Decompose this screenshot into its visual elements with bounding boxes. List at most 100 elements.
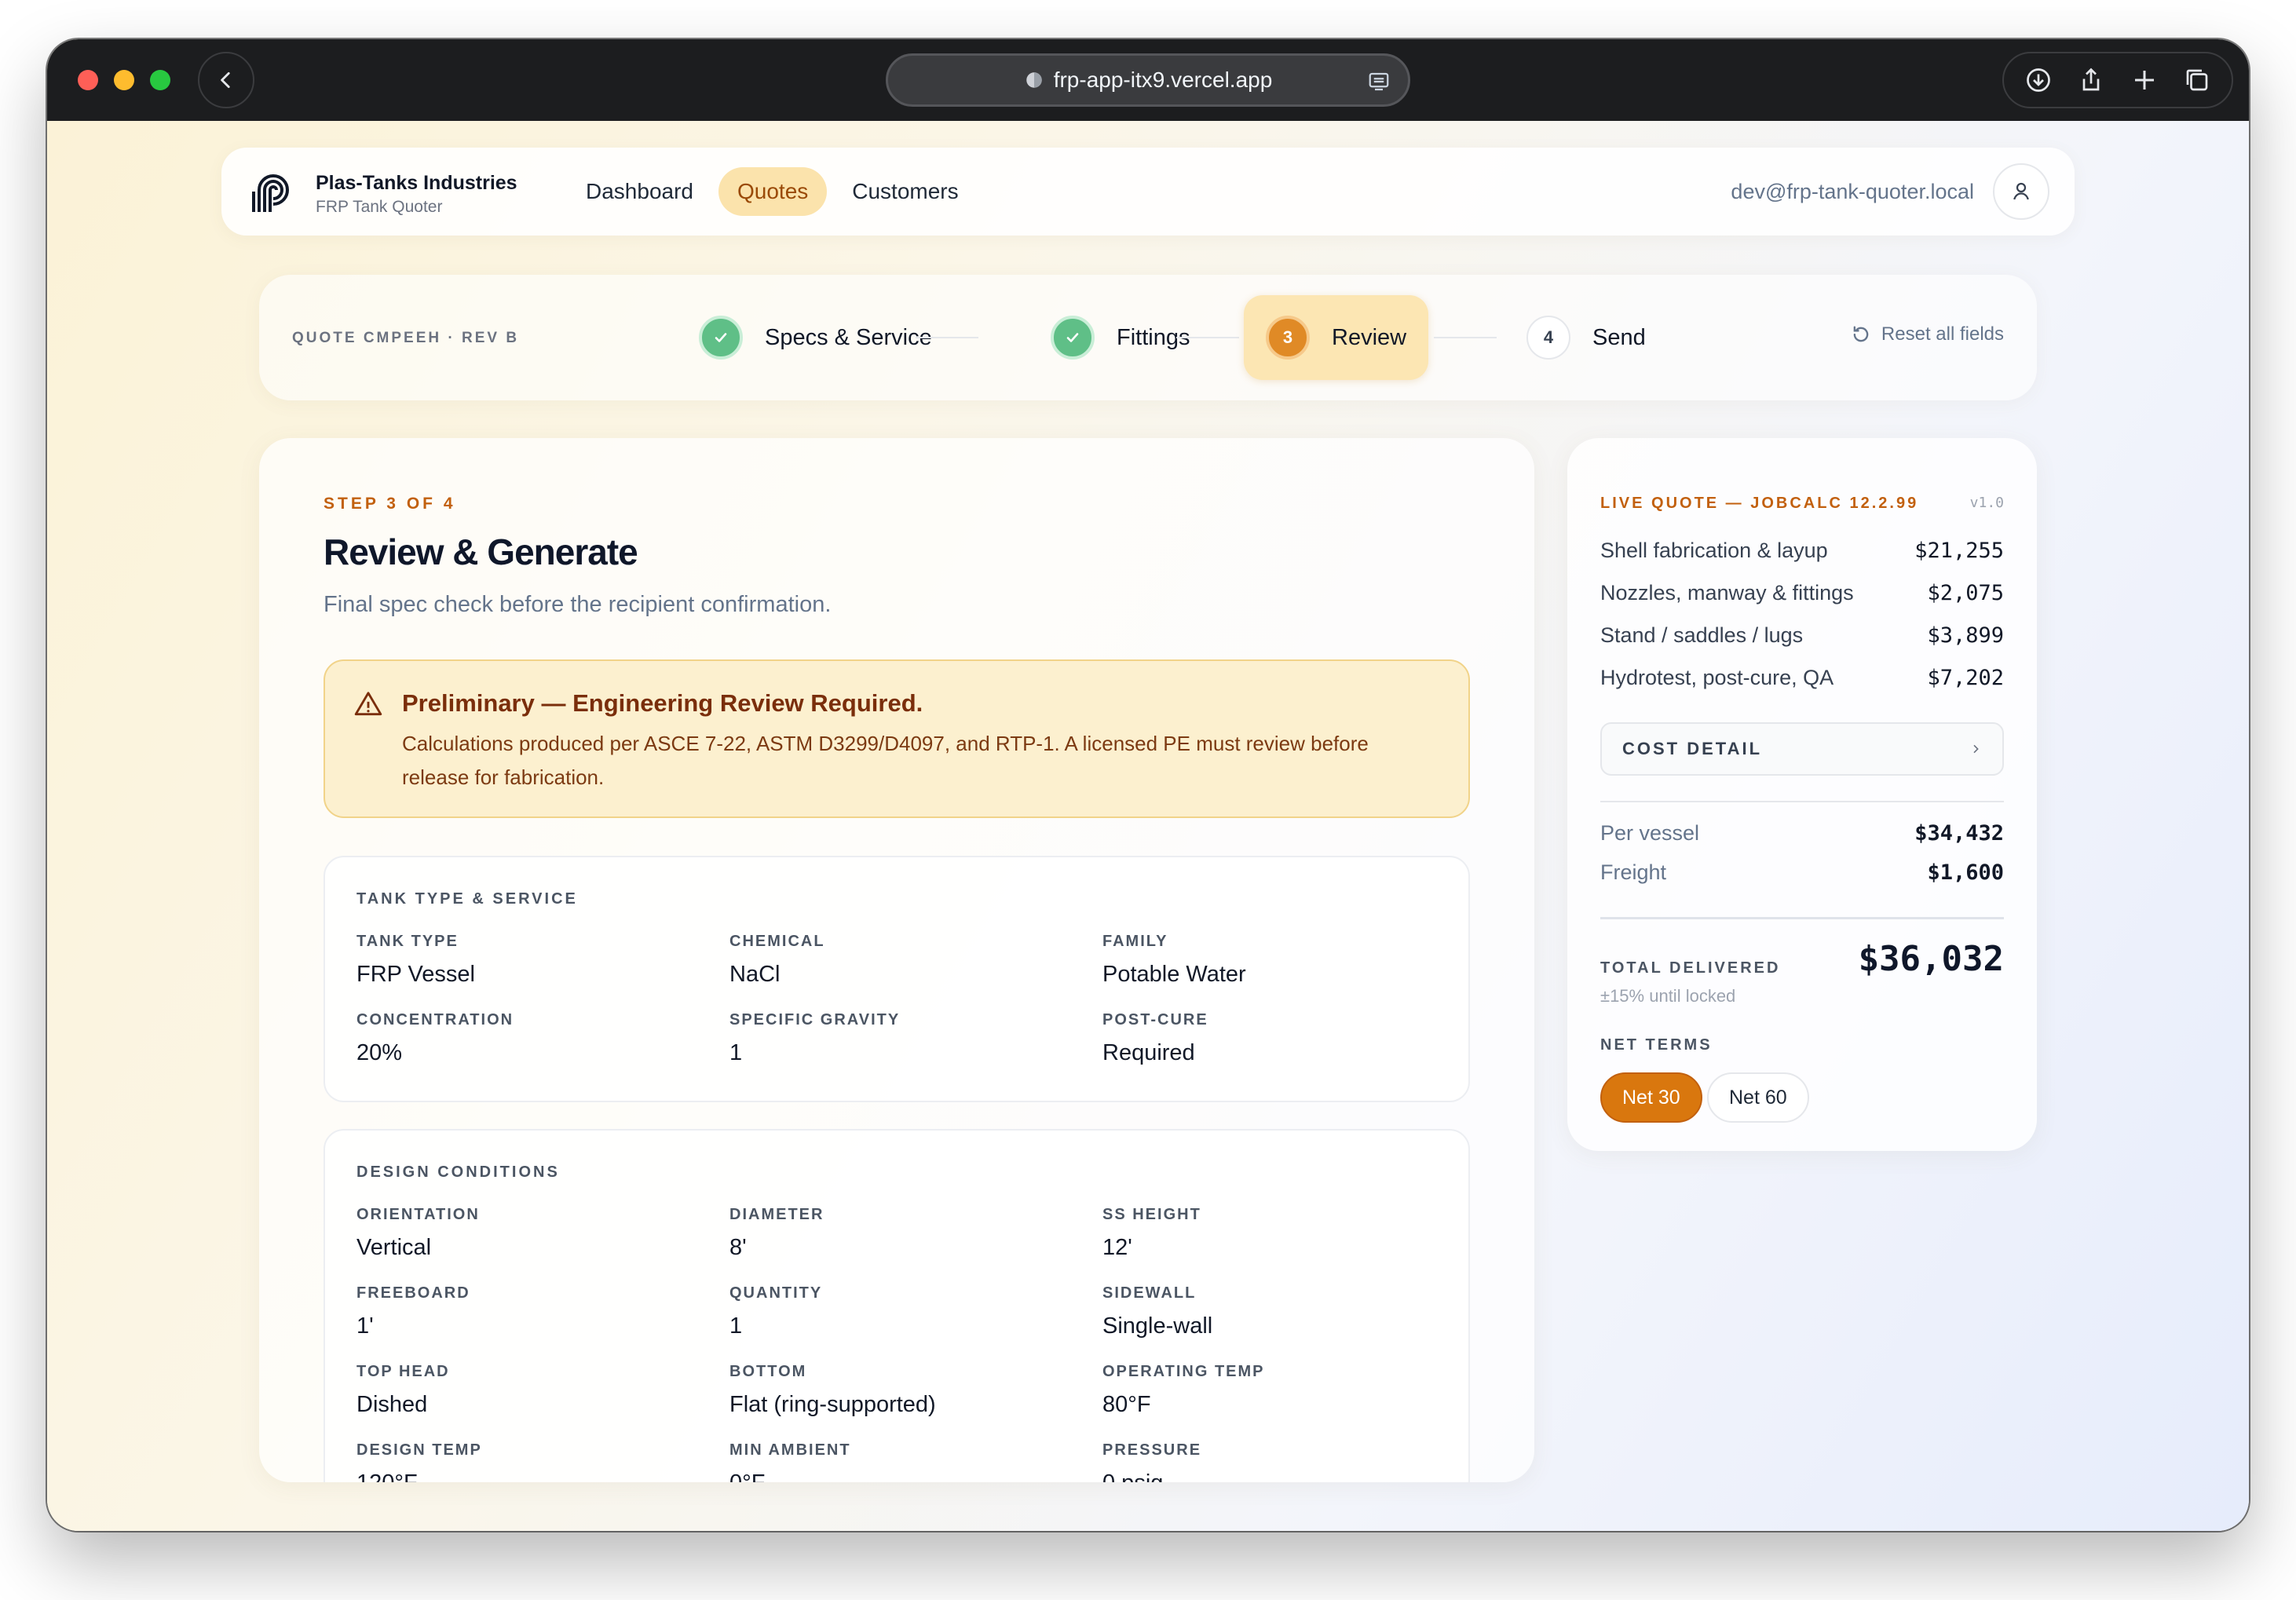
quote-line: Hydrotest, post-cure, QA $7,202 [1600,666,2004,690]
share-icon[interactable] [2077,66,2105,94]
field-family: FAMILY Potable Water [1102,933,1246,988]
live-quote-panel: LIVE QUOTE — JOBCALC 12.2.99 v1.0 Shell … [1567,438,2037,1151]
field-label: SPECIFIC GRAVITY [729,1011,901,1028]
field-quantity: QUANTITY 1 [729,1284,822,1339]
term-net-60-button[interactable]: Net 60 [1707,1072,1809,1123]
field-bottom: BOTTOM Flat (ring-supported) [729,1363,936,1418]
field-label: MIN AMBIENT [729,1441,851,1459]
brand-logo-icon [252,174,290,212]
field-label: SS HEIGHT [1102,1206,1201,1223]
field-value: NaCl [729,962,781,987]
check-icon [1051,316,1095,360]
field-value: 8' [729,1235,747,1260]
download-icon[interactable] [2024,66,2053,94]
field-label: DESIGN TEMP [356,1441,482,1459]
cost-detail-label: COST DETAIL [1622,739,1763,758]
section-heading: DESIGN CONDITIONS [356,1163,560,1181]
nav-quotes[interactable]: Quotes [718,167,828,216]
design-conditions-section: DESIGN CONDITIONS ORIENTATION Vertical DI… [324,1129,1470,1482]
live-quote-heading: LIVE QUOTE — JOBCALC 12.2.99 [1600,495,1919,512]
field-label: OPERATING TEMP [1102,1363,1265,1380]
quote-line: Stand / saddles / lugs $3,899 [1600,623,2004,648]
line-value: $3,899 [1927,623,2004,648]
brand-subtitle: FRP Tank Quoter [316,197,443,216]
field-label: DIAMETER [729,1206,824,1223]
field-sidewall: SIDEWALL Single-wall [1102,1284,1212,1339]
new-tab-icon[interactable] [2130,66,2159,94]
step-connector [1176,337,1239,338]
browser-window: frp-app-itx9.vercel.app Plas-Tanks Indus… [47,39,2249,1531]
line-value: $7,202 [1927,666,2004,690]
section-heading: TANK TYPE & SERVICE [356,890,578,908]
freight-value: $1,600 [1927,860,2004,885]
step-number: 3 [1266,316,1310,360]
page-content: Plas-Tanks Industries FRP Tank Quoter Da… [47,121,2249,1531]
term-net-30-button[interactable]: Net 30 [1600,1072,1702,1123]
field-value: 120°F [356,1470,482,1482]
browser-toolbar: frp-app-itx9.vercel.app [47,39,2249,121]
review-card: STEP 3 OF 4 Review & Generate Final spec… [259,438,1534,1482]
user-email: dev@frp-tank-quoter.local [1731,179,1974,203]
freight-label: Freight [1600,860,1667,884]
total-value: $36,032 [1858,939,2004,979]
tabs-overview-icon[interactable] [2183,66,2211,94]
line-label: Shell fabrication & layup [1600,539,1828,562]
field-value: 0°F [729,1470,851,1482]
field-label: TANK TYPE [356,933,459,950]
chevron-left-icon [221,71,230,89]
field-tank-type: TANK TYPE FRP Vessel [356,933,475,988]
back-button[interactable] [198,52,254,108]
step-review[interactable]: 3 Review [1244,295,1429,380]
zoom-window-button[interactable] [150,70,170,90]
reset-all-button[interactable]: Reset all fields [1850,323,2004,345]
close-window-button[interactable] [78,70,98,90]
reader-icon[interactable] [1367,70,1391,93]
step-connector [1434,337,1497,338]
check-icon [699,316,743,360]
field-label: SIDEWALL [1102,1284,1197,1302]
quote-line: Nozzles, manway & fittings $2,075 [1600,581,2004,605]
field-freeboard: FREEBOARD 1' [356,1284,470,1339]
cost-detail-button[interactable]: COST DETAIL [1600,722,2004,776]
brand[interactable]: Plas-Tanks Industries FRP Tank Quoter [251,171,517,217]
avatar-button[interactable] [1993,163,2049,220]
field-value: Single-wall [1102,1313,1213,1339]
line-label: Nozzles, manway & fittings [1600,581,1854,605]
field-specific-gravity: SPECIFIC GRAVITY 1 [729,1011,900,1066]
alert-title: Preliminary — Engineering Review Require… [402,689,923,717]
divider [1600,917,2004,919]
field-ss-height: SS HEIGHT 12' [1102,1206,1201,1261]
field-top-head: TOP HEAD Dished [356,1363,450,1418]
field-label: CONCENTRATION [356,1011,514,1028]
step-specs-service[interactable]: Specs & Service [699,309,932,366]
field-value: FRP Vessel [356,962,475,987]
site-icon [1026,72,1042,88]
field-label: FAMILY [1102,933,1168,950]
step-send[interactable]: 4 Send [1526,309,1646,366]
per-vessel-value: $34,432 [1914,821,2004,846]
field-value: 12' [1102,1235,1132,1260]
nav-customers[interactable]: Customers [833,167,977,216]
line-label: Hydrotest, post-cure, QA [1600,666,1834,689]
step-label: Specs & Service [765,324,932,350]
user-menu: dev@frp-tank-quoter.local [1731,163,2049,220]
field-diameter: DIAMETER 8' [729,1206,824,1261]
nav-dashboard[interactable]: Dashboard [567,167,712,216]
address-bar[interactable]: frp-app-itx9.vercel.app [886,53,1410,107]
freight-row: Freight $1,600 [1600,860,2004,885]
step-fittings[interactable]: Fittings [1051,309,1190,366]
step-label: Send [1592,324,1646,350]
field-label: TOP HEAD [356,1363,450,1380]
chevron-right-icon [1973,744,1979,754]
quote-stepper: QUOTE CMPEEH · REV B Specs & Service Fit… [259,275,2037,400]
quote-id: QUOTE CMPEEH · REV B [292,330,520,346]
field-concentration: CONCENTRATION 20% [356,1011,514,1066]
field-value: Vertical [356,1235,432,1260]
field-pressure: PRESSURE 0 psig [1102,1441,1201,1482]
step-number: 4 [1526,316,1570,360]
minimize-window-button[interactable] [114,70,134,90]
field-value: 1 [729,1040,743,1065]
field-label: BOTTOM [729,1363,807,1380]
step-connector [916,337,978,338]
field-label: PRESSURE [1102,1441,1202,1459]
